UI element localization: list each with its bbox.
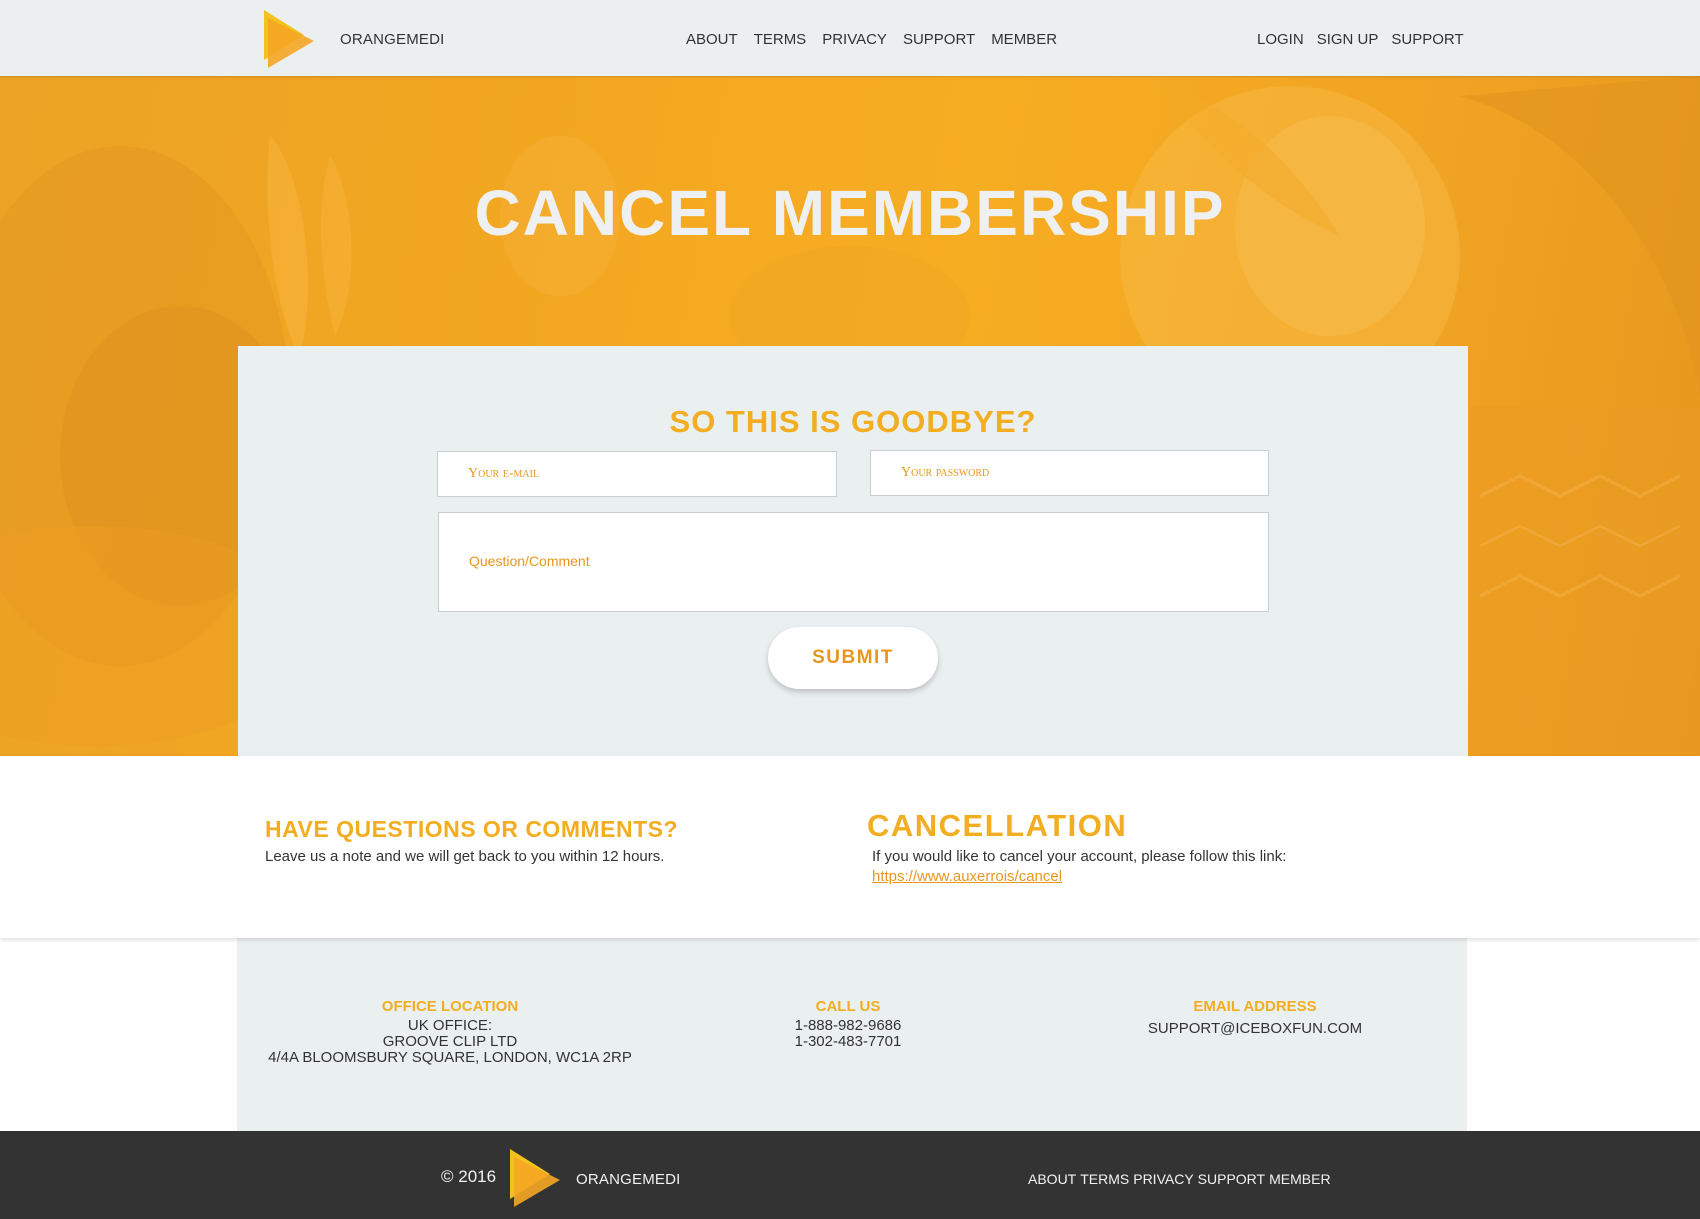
call-us-column: CALL US 1-888-982-9686 1-302-483-7701 [648,998,1048,1050]
password-field[interactable] [870,450,1269,496]
main-nav: ABOUT TERMS PRIVACY SUPPORT MEMBER [686,31,1057,48]
footer-brand-name[interactable]: ORANGEMEDI [576,1171,681,1188]
nav-about-link[interactable]: ABOUT [686,31,738,48]
login-link[interactable]: LOGIN [1257,31,1304,48]
play-triangle-logo-icon[interactable] [510,1149,560,1207]
phone-number[interactable]: 1-888-982-9686 [648,1018,1048,1034]
cancellation-link[interactable]: https://www.auxerrois/cancel [872,868,1062,885]
top-header: ORANGEMEDI ABOUT TERMS PRIVACY SUPPORT M… [0,0,1700,76]
contact-section: OFFICE LOCATION UK OFFICE: GROOVE CLIP L… [237,938,1467,1131]
footer-nav: ABOUT TERMS PRIVACY SUPPORT MEMBER [1028,1171,1331,1187]
account-nav: LOGIN SIGN UP SUPPORT [1257,31,1464,48]
call-us-heading: CALL US [815,998,881,1015]
email-address-column: EMAIL ADDRESS SUPPORT@ICEBOXFUN.COM [1055,998,1455,1037]
support-link[interactable]: SUPPORT [1391,31,1463,48]
office-location-column: OFFICE LOCATION UK OFFICE: GROOVE CLIP L… [250,998,650,1066]
footer-about-link[interactable]: ABOUT [1028,1171,1076,1187]
email-field[interactable] [437,451,837,497]
office-address: 4/4A BLOOMSBURY SQUARE, LONDON, WC1A 2RP [268,1049,632,1066]
info-section: HAVE QUESTIONS OR COMMENTS? Leave us a n… [0,756,1700,938]
cancellation-heading: CANCELLATION [867,808,1128,843]
cancellation-text: If you would like to cancel your account… [872,848,1287,865]
nav-privacy-link[interactable]: PRIVACY [822,31,887,48]
comment-field[interactable] [438,512,1269,612]
play-triangle-logo-icon[interactable] [264,10,314,68]
footer-terms-link[interactable]: TERMS [1080,1171,1129,1187]
copyright-text: © 2016 [441,1167,497,1186]
footer-support-link[interactable]: SUPPORT [1198,1171,1265,1187]
submit-button[interactable]: SUBMIT [768,627,938,689]
signup-link[interactable]: SIGN UP [1317,31,1379,48]
nav-terms-link[interactable]: TERMS [754,31,807,48]
email-input[interactable] [468,466,836,482]
questions-heading: HAVE QUESTIONS OR COMMENTS? [265,816,679,842]
password-input[interactable] [901,465,1268,481]
office-line: GROOVE CLIP LTD [382,1033,518,1050]
footer-privacy-link[interactable]: PRIVACY [1133,1171,1193,1187]
footer: © 2016 ORANGEMEDI ABOUT TERMS PRIVACY SU… [0,1131,1700,1219]
cancel-form-card: SO THIS IS GOODBYE? SUBMIT [238,346,1468,756]
office-line: UK OFFICE: [407,1017,493,1034]
nav-member-link[interactable]: MEMBER [991,31,1057,48]
footer-member-link[interactable]: MEMBER [1269,1171,1330,1187]
page-title: CANCEL MEMBERSHIP [474,177,1226,249]
office-location-heading: OFFICE LOCATION [381,998,519,1015]
comment-textarea[interactable] [469,553,1268,593]
email-address-heading: EMAIL ADDRESS [1193,998,1317,1015]
brand-name[interactable]: ORANGEMEDI [340,31,445,48]
support-email[interactable]: SUPPORT@ICEBOXFUN.COM [1055,1021,1455,1037]
phone-number[interactable]: 1-302-483-7701 [648,1034,1048,1050]
form-title: SO THIS IS GOODBYE? [669,404,1037,439]
nav-support-link[interactable]: SUPPORT [903,31,975,48]
questions-text: Leave us a note and we will get back to … [265,848,665,865]
